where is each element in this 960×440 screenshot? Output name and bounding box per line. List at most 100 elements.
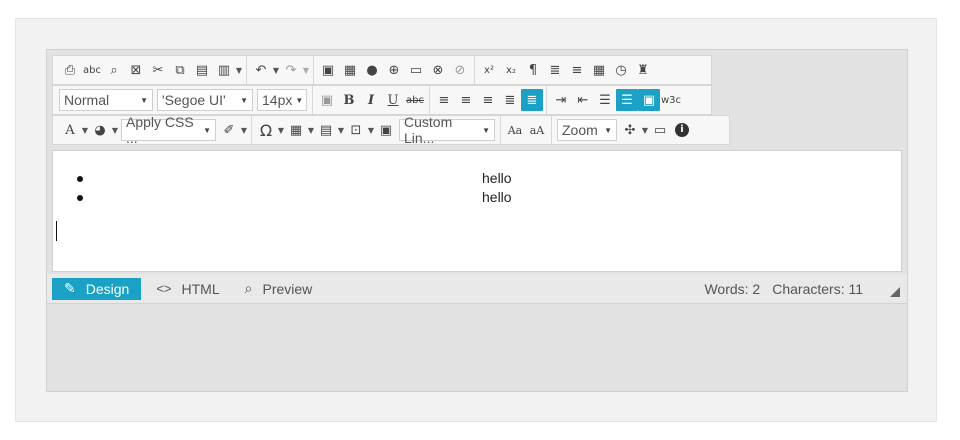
justify-icon[interactable]: ≣ — [499, 89, 521, 111]
preview-mode-button[interactable]: ⌕ Preview — [235, 278, 323, 300]
insert-table-dropdown-arrow[interactable]: ▼ — [307, 119, 315, 141]
statistics: Words: 2 Characters: 11 — [704, 281, 863, 297]
undo-icon[interactable]: ↶ — [250, 59, 272, 81]
format-stripper-icon[interactable]: ♜ — [632, 59, 654, 81]
html-mode-button[interactable]: <> HTML — [146, 278, 229, 300]
align-left-icon[interactable]: ≡ — [433, 89, 455, 111]
paste-icon[interactable]: ▤ — [191, 59, 213, 81]
undo-dropdown-arrow[interactable]: ▼ — [272, 59, 280, 81]
italic-icon[interactable]: I — [360, 89, 382, 111]
media-icon[interactable]: ⊕ — [383, 59, 405, 81]
toggle-screen-mode-icon[interactable]: ▭ — [649, 119, 671, 141]
format-painter-dropdown-arrow[interactable]: ▼ — [240, 119, 248, 141]
special-characters-dropdown-arrow[interactable]: ▼ — [277, 119, 285, 141]
toolbar-group-case: Aa aA — [501, 116, 552, 144]
toolbar-group-text-style: ▣ B I U abc — [313, 86, 430, 114]
toolbar-row-1: ⎙ abc ⌕ ⊠ ✂ ⧉ ▤ ▥ ▼ ↶ ▼ ↷ ▼ ▣ ▦ ● ⊕ ▭ ⊗ … — [52, 55, 712, 85]
font-color-icon[interactable]: A — [59, 119, 81, 141]
font-family-dropdown[interactable]: 'Segoe UI' ▼ — [157, 89, 253, 111]
document-icon[interactable]: ▭ — [405, 59, 427, 81]
background-color-icon[interactable]: ◕ — [89, 119, 111, 141]
toolbar-group-colors: A ▼ ◕ ▼ Apply CSS ... ▼ ✐ ▼ — [56, 114, 252, 146]
pencil-icon: ✎ — [64, 280, 76, 296]
superscript-icon[interactable]: x² — [478, 59, 500, 81]
paste-options-icon[interactable]: ▥ — [213, 59, 235, 81]
align-center-icon[interactable]: ≡ — [455, 89, 477, 111]
convert-to-lower-icon[interactable]: Aa — [504, 119, 526, 141]
background-color-dropdown-arrow[interactable]: ▼ — [111, 119, 119, 141]
print-icon[interactable]: ⎙ — [59, 59, 81, 81]
insert-time-icon[interactable]: ◷ — [610, 59, 632, 81]
outdent-icon[interactable]: ⇤ — [572, 89, 594, 111]
design-mode-button[interactable]: ✎ Design — [52, 277, 142, 300]
image-map-icon[interactable]: ▦ — [339, 59, 361, 81]
template-manager-icon[interactable]: ▣ — [638, 89, 660, 111]
chevron-down-icon: ▼ — [140, 95, 148, 105]
module-manager-dropdown-arrow[interactable]: ▼ — [641, 119, 649, 141]
paste-dropdown-arrow[interactable]: ▼ — [235, 59, 243, 81]
paragraph-style-value: Normal — [64, 92, 110, 108]
hyperlink-icon[interactable]: ⊗ — [427, 59, 449, 81]
horizontal-rule-icon[interactable]: ≡ — [566, 59, 588, 81]
select-all-icon[interactable]: ⊠ — [125, 59, 147, 81]
apply-css-class-dropdown[interactable]: Apply CSS ... ▼ — [121, 114, 216, 146]
bold-icon[interactable]: B — [338, 89, 360, 111]
custom-links-value: Custom Lin... — [404, 114, 453, 146]
list-item-text: hello — [482, 189, 512, 205]
indent-icon[interactable]: ⇥ — [550, 89, 572, 111]
bullet-icon — [77, 195, 83, 201]
numbered-list-icon[interactable]: ☰ — [594, 89, 616, 111]
table-properties-icon[interactable]: ▤ — [315, 119, 337, 141]
zoom-dropdown[interactable]: Zoom ▼ — [557, 119, 617, 141]
real-font-size-icon[interactable]: ▣ — [316, 89, 338, 111]
chevron-down-icon: ▼ — [482, 125, 490, 135]
paragraph-icon[interactable]: ¶ — [522, 59, 544, 81]
code-icon: <> — [156, 281, 172, 296]
flash-icon[interactable]: ● — [361, 59, 383, 81]
redo-dropdown-arrow[interactable]: ▼ — [302, 59, 310, 81]
xhtml-validator-icon[interactable]: w3c — [660, 89, 682, 111]
content-area[interactable]: hello hello — [52, 150, 902, 272]
strikethrough-icon[interactable]: abc — [404, 89, 426, 111]
paragraph-style-dropdown[interactable]: Normal ▼ — [59, 89, 153, 111]
about-icon[interactable]: i — [671, 119, 693, 141]
table-properties-dropdown-arrow[interactable]: ▼ — [337, 119, 345, 141]
align-right-icon[interactable]: ≡ — [477, 89, 499, 111]
insert-date-icon[interactable]: ▦ — [588, 59, 610, 81]
list-item: hello — [77, 170, 901, 189]
toolbar-group-formatting-dropdowns: Normal ▼ 'Segoe UI' ▼ 14px ▼ — [56, 86, 313, 114]
insert-element-icon[interactable]: ⊡ — [345, 119, 367, 141]
copy-icon[interactable]: ⧉ — [169, 59, 191, 81]
font-size-dropdown[interactable]: 14px ▼ — [257, 89, 307, 111]
image-icon[interactable]: ▣ — [317, 59, 339, 81]
format-painter-icon[interactable]: ✐ — [218, 119, 240, 141]
spellcheck-icon[interactable]: abc — [81, 59, 103, 81]
bulleted-list-icon[interactable]: ☰ — [616, 89, 638, 111]
cut-icon[interactable]: ✂ — [147, 59, 169, 81]
resize-handle[interactable] — [890, 287, 900, 297]
apply-css-class-value: Apply CSS ... — [126, 114, 194, 146]
list-item: hello — [77, 189, 901, 208]
toolbar-row-3: A ▼ ◕ ▼ Apply CSS ... ▼ ✐ ▼ Ω ▼ ▦ ▼ ▤ ▼ … — [52, 114, 730, 146]
module-manager-icon[interactable]: ✣ — [619, 119, 641, 141]
redo-icon[interactable]: ↷ — [280, 59, 302, 81]
remove-link-icon[interactable]: ⊘ — [449, 59, 471, 81]
insert-element-dropdown-arrow[interactable]: ▼ — [367, 119, 375, 141]
font-size-value: 14px — [262, 92, 293, 108]
convert-to-upper-icon[interactable]: aA — [526, 119, 548, 141]
html-mode-label: HTML — [181, 280, 220, 297]
toolbar-group-alignment: ≡ ≡ ≡ ≣ ≣ — [430, 86, 547, 114]
image-manager-icon[interactable]: ▣ — [375, 119, 397, 141]
underline-icon[interactable]: U — [382, 89, 404, 111]
toolbar-group-misc: x² x₂ ¶ ≣ ≡ ▦ ◷ ♜ — [475, 56, 657, 84]
special-characters-icon[interactable]: Ω — [255, 119, 277, 141]
spell-icon[interactable]: ≣ — [544, 59, 566, 81]
font-color-dropdown-arrow[interactable]: ▼ — [81, 119, 89, 141]
custom-links-dropdown[interactable]: Custom Lin... ▼ — [399, 114, 495, 146]
remove-alignment-icon[interactable]: ≣ — [521, 89, 543, 111]
chevron-down-icon: ▼ — [295, 95, 304, 105]
subscript-icon[interactable]: x₂ — [500, 59, 522, 81]
insert-table-icon[interactable]: ▦ — [285, 119, 307, 141]
toolbar-group-view: Zoom ▼ ✣ ▼ ▭ i — [552, 116, 696, 144]
find-icon[interactable]: ⌕ — [103, 59, 125, 81]
